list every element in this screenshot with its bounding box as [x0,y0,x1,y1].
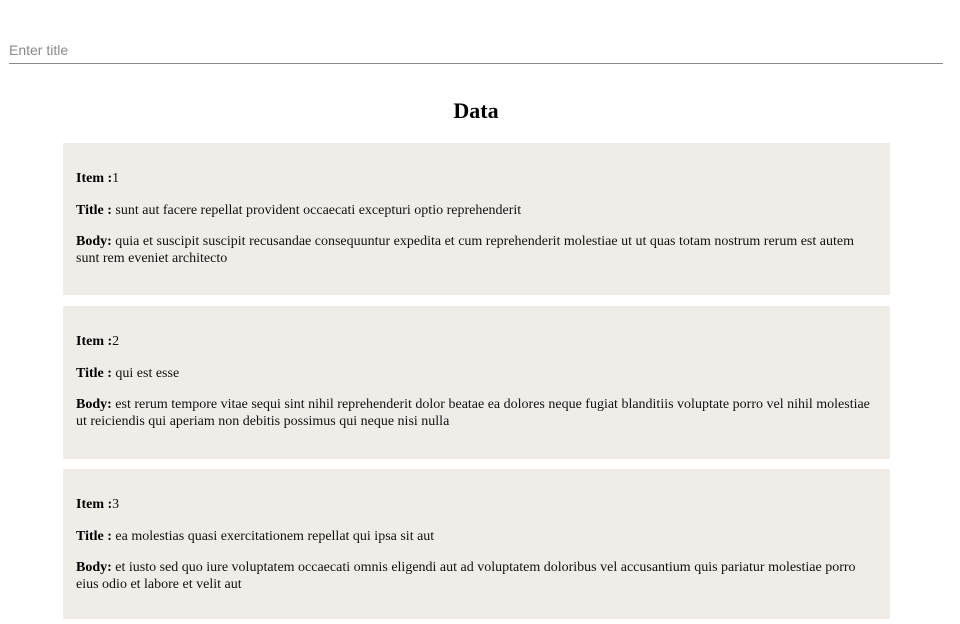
item-label: Item : [76,497,113,512]
post-title: qui est esse [115,366,180,381]
item-label: Item : [76,171,113,186]
body-label: Body: [76,560,116,575]
post-body: quia et suscipit suscipit recusandae con… [76,234,854,266]
title-label: Title : [76,529,116,544]
post-title-line: Title : qui est esse [76,365,877,382]
post-title: sunt aut facere repellat provident occae… [115,203,522,218]
post-card: Item :1 Title : sunt aut facere repellat… [63,143,890,295]
title-label: Title : [76,366,116,381]
post-body-line: Body: quia et suscipit suscipit recusand… [76,233,877,267]
post-title: ea molestias quasi exercitationem repell… [115,529,435,544]
title-input[interactable] [9,40,943,60]
post-body-line: Body: est rerum tempore vitae sequi sint… [76,396,877,430]
item-number: 2 [112,334,120,349]
post-body: et iusto sed quo iure voluptatem occaeca… [76,560,856,592]
body-label: Body: [76,397,116,412]
post-body-line: Body: et iusto sed quo iure voluptatem o… [76,559,877,593]
post-body: est rerum tempore vitae sequi sint nihil… [76,397,870,429]
title-field[interactable] [9,30,943,64]
post-title-line: Title : ea molestias quasi exercitatione… [76,528,877,545]
title-label: Title : [76,203,116,218]
item-number: 1 [112,171,120,186]
item-label: Item : [76,334,113,349]
page-heading: Data [453,98,499,123]
item-number: 3 [112,497,120,512]
post-item-line: Item :2 [76,333,877,350]
post-card: Item :3 Title : ea molestias quasi exerc… [63,469,890,619]
body-label: Body: [76,234,116,249]
post-title-line: Title : sunt aut facere repellat provide… [76,202,877,219]
post-item-line: Item :3 [76,496,877,513]
post-item-line: Item :1 [76,170,877,187]
post-card: Item :2 Title : qui est esse Body: est r… [63,306,890,459]
